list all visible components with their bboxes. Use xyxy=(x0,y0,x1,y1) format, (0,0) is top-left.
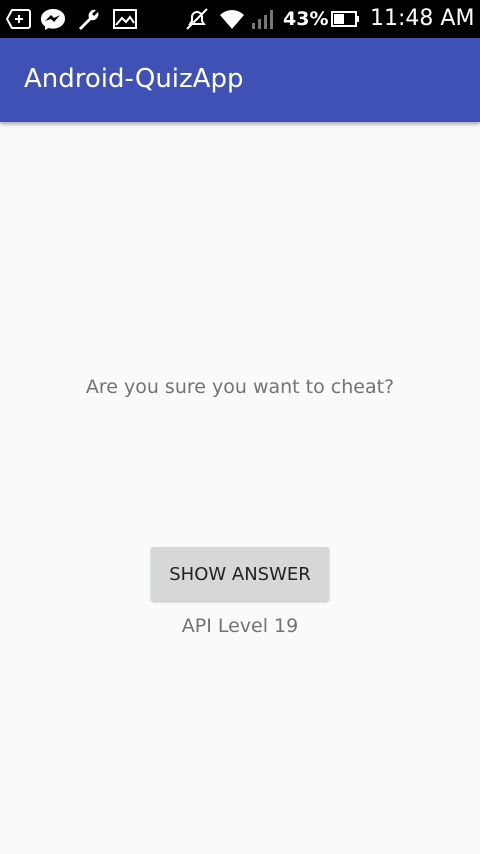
wrench-icon xyxy=(76,7,102,31)
cheat-screen: Are you sure you want to cheat? SHOW ANS… xyxy=(0,122,480,854)
signal-icon xyxy=(250,7,276,31)
app-title: Android-QuizApp xyxy=(24,64,244,94)
cheat-question: Are you sure you want to cheat? xyxy=(85,376,395,398)
show-answer-button[interactable]: SHOW ANSWER xyxy=(151,547,329,601)
add-box-icon xyxy=(6,7,32,31)
image-icon xyxy=(112,7,138,31)
wifi-icon xyxy=(219,7,245,31)
status-bar: 43% 11:48 AM xyxy=(0,0,480,38)
battery-percent: 43% xyxy=(283,8,329,30)
status-clock: 11:48 AM xyxy=(370,6,475,31)
messenger-icon xyxy=(40,7,66,31)
app-bar: Android-QuizApp xyxy=(0,38,480,122)
battery-icon xyxy=(330,7,360,31)
mute-icon xyxy=(184,7,210,31)
api-level-label: API Level 19 xyxy=(181,615,299,637)
